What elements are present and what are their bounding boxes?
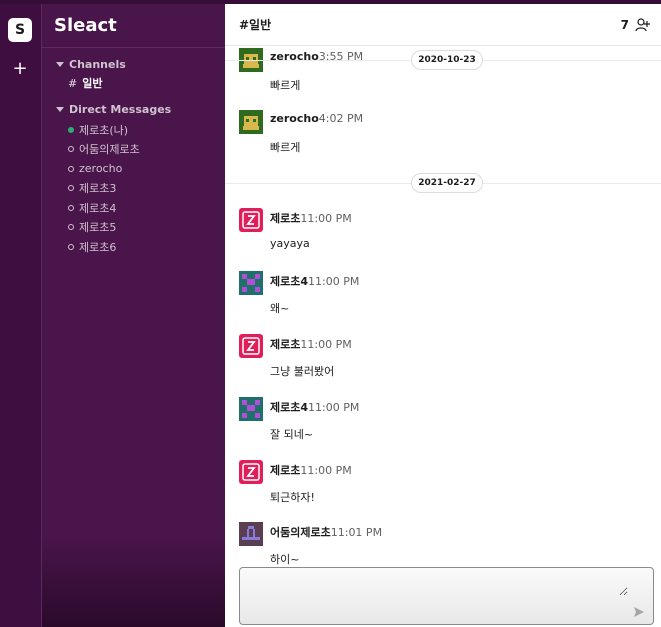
channel-label: 일반 — [82, 77, 103, 90]
message-sender: zerocho — [270, 112, 319, 125]
workspace-header[interactable]: Sleact — [42, 4, 225, 48]
offline-status-icon — [68, 204, 74, 211]
dm-label: 제로초5 — [79, 221, 117, 235]
day-divider: 2020-10-23 — [225, 50, 661, 70]
message-time: 11:00 PM — [300, 464, 352, 477]
message-sender: 제로초4 — [270, 401, 309, 414]
dm-label: zerocho — [79, 162, 123, 176]
offline-status-icon — [68, 146, 74, 153]
dm-item[interactable]: 제로초6 — [56, 237, 225, 257]
avatar — [239, 522, 263, 546]
dm-label: 제로초4 — [79, 201, 117, 215]
message-composer — [239, 567, 654, 625]
dm-list: 제로초(나) 어둠의제로초 zerocho 제로초3 제로초4 제로초5 제로초… — [56, 120, 225, 257]
avatar — [239, 110, 263, 134]
offline-status-icon — [68, 165, 74, 172]
add-user-icon — [635, 17, 650, 31]
dm-item[interactable]: 제로초4 — [56, 198, 225, 218]
message-text: yayaya — [270, 237, 310, 250]
channels-toggle[interactable]: Channels — [56, 55, 225, 73]
message-text: 하이~ — [270, 553, 300, 566]
channel-item-general[interactable]: # 일반 — [56, 73, 225, 93]
message-time: 11:00 PM — [308, 401, 360, 414]
dm-toggle[interactable]: Direct Messages — [56, 100, 225, 118]
message-time: 11:00 PM — [308, 275, 360, 288]
message-item: 제로초11:00 PM yayaya — [239, 208, 649, 268]
send-icon[interactable] — [633, 606, 645, 618]
member-count: 7 — [620, 17, 629, 32]
caret-down-icon — [56, 61, 64, 67]
message-text: 그냥 불러봤어 — [270, 365, 335, 378]
dm-item[interactable]: 어둠의제로초 — [56, 140, 225, 160]
dm-section: Direct Messages 제로초(나) 어둠의제로초 zerocho 제로… — [42, 100, 225, 257]
channels-title: Channels — [69, 57, 126, 71]
message-time: 11:01 PM — [330, 526, 383, 539]
message-time: 11:00 PM — [300, 338, 352, 351]
online-status-icon — [68, 126, 74, 133]
members-button[interactable]: 7 — [621, 17, 651, 33]
channel-title: #일반 — [239, 18, 272, 32]
message-item: 제로초411:00 PM 왜~ — [239, 271, 649, 331]
add-workspace-button[interactable]: + — [10, 58, 30, 79]
message-sender: 제로초 — [270, 464, 301, 477]
avatar — [239, 460, 263, 484]
message-list[interactable]: zerocho3:55 PM 빠르게 2020-10-23 zerocho4:0… — [225, 46, 661, 567]
dm-label: 제로초3 — [79, 182, 117, 196]
message-text: 빠르게 — [270, 79, 301, 92]
workspace-button[interactable]: S — [8, 18, 32, 42]
message-item: 제로초11:00 PM 그냥 불러봤어 — [239, 334, 649, 394]
channel-sidebar: Sleact Channels # 일반 Direct Messages 제로초… — [42, 4, 225, 627]
message-time: 11:00 PM — [300, 212, 352, 225]
day-divider: 2021-02-27 — [225, 173, 661, 193]
message-time: 4:02 PM — [318, 112, 364, 125]
date-chip: 2020-10-23 — [411, 50, 483, 70]
message-item: 제로초11:00 PM 퇴근하자! — [239, 460, 649, 520]
channels-section: Channels # 일반 — [42, 55, 225, 93]
avatar — [239, 208, 263, 232]
offline-status-icon — [68, 185, 74, 192]
message-text: 퇴근하자! — [270, 491, 315, 504]
workspace-rail: S + — [0, 4, 42, 627]
offline-status-icon — [68, 243, 74, 250]
hash-icon: # — [68, 76, 78, 90]
dm-item[interactable]: 제로초5 — [56, 218, 225, 238]
message-sender: 제로초 — [270, 338, 301, 351]
workspace-name: Sleact — [54, 15, 117, 36]
caret-down-icon — [56, 106, 64, 112]
message-text: 빠르게 — [270, 141, 301, 154]
message-text: 잘 되네~ — [270, 428, 314, 441]
dm-label: 어둠의제로초 — [79, 143, 140, 157]
dm-title: Direct Messages — [69, 102, 172, 116]
message-item: 어둠의제로초11:01 PM 하이~ — [239, 522, 649, 567]
message-sender: 어둠의제로초 — [270, 526, 331, 539]
chat-header: #일반 7 — [225, 4, 661, 46]
dm-item[interactable]: 제로초3 — [56, 179, 225, 199]
message-item: zerocho4:02 PM 빠르게 — [239, 110, 649, 170]
message-text: 왜~ — [270, 302, 290, 315]
dm-label: 제로초6 — [79, 240, 117, 254]
message-sender: 제로초 — [270, 212, 301, 225]
offline-status-icon — [68, 224, 74, 231]
message-input[interactable] — [248, 574, 628, 596]
date-chip: 2021-02-27 — [411, 173, 483, 193]
dm-item[interactable]: zerocho — [56, 159, 225, 179]
chat-panel: #일반 7 zerocho3:55 PM 빠르게 2020-10-23 zero… — [225, 4, 661, 627]
avatar — [239, 397, 263, 421]
dm-item[interactable]: 제로초(나) — [56, 120, 225, 140]
message-sender: 제로초4 — [270, 275, 309, 288]
avatar — [239, 334, 263, 358]
avatar — [239, 271, 263, 295]
dm-label: 제로초(나) — [79, 123, 129, 137]
message-item: 제로초411:00 PM 잘 되네~ — [239, 397, 649, 457]
